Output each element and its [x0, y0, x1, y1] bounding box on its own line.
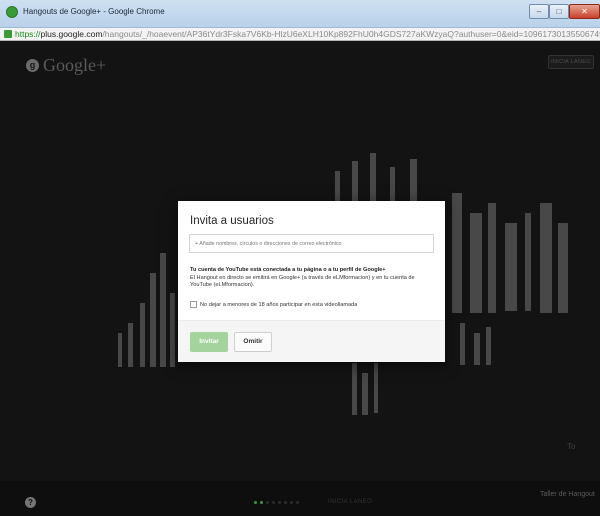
close-window-button[interactable]: ✕: [569, 4, 600, 19]
minors-checkbox[interactable]: [190, 301, 197, 308]
dialog-title: Invita a usuarios: [190, 215, 274, 227]
chrome-hangouts-icon: [6, 6, 18, 18]
minors-option[interactable]: No dejar a menores de 18 años participar…: [190, 301, 357, 308]
minors-checkbox-label[interactable]: No dejar a menores de 18 años participar…: [200, 302, 357, 308]
youtube-connection-heading: Tu cuenta de YouTube está conectada a tu…: [190, 267, 386, 273]
minimize-button[interactable]: –: [529, 4, 549, 19]
url-host: plus.google.com: [40, 29, 103, 39]
skip-button[interactable]: Omitir: [234, 332, 272, 352]
invite-people-input[interactable]: [189, 234, 434, 253]
url-scheme: https://: [15, 29, 41, 39]
maximize-button[interactable]: □: [549, 4, 569, 19]
invite-button[interactable]: Invitar: [190, 332, 228, 352]
secure-lock-icon[interactable]: [4, 30, 12, 38]
window-title: Hangouts de Google+ - Google Chrome: [23, 7, 165, 16]
url-path: /hangouts/_/hoaevent/AP36tYdr3Fska7V6Kb-…: [102, 29, 600, 39]
youtube-connection-info: Tu cuenta de YouTube está conectada a tu…: [190, 267, 435, 290]
window-titlebar: Hangouts de Google+ - Google Chrome – □ …: [0, 0, 600, 28]
dialog-footer: Invitar Omitir: [178, 320, 445, 362]
address-bar[interactable]: https://plus.google.com/hangouts/_/hoaev…: [0, 28, 600, 41]
invite-users-dialog: Invita a usuarios Tu cuenta de YouTube e…: [178, 201, 445, 362]
youtube-connection-text: El Hangout en directo se emitirá en Goog…: [190, 274, 415, 289]
url-text[interactable]: https://plus.google.com/hangouts/_/hoaev…: [15, 29, 600, 40]
